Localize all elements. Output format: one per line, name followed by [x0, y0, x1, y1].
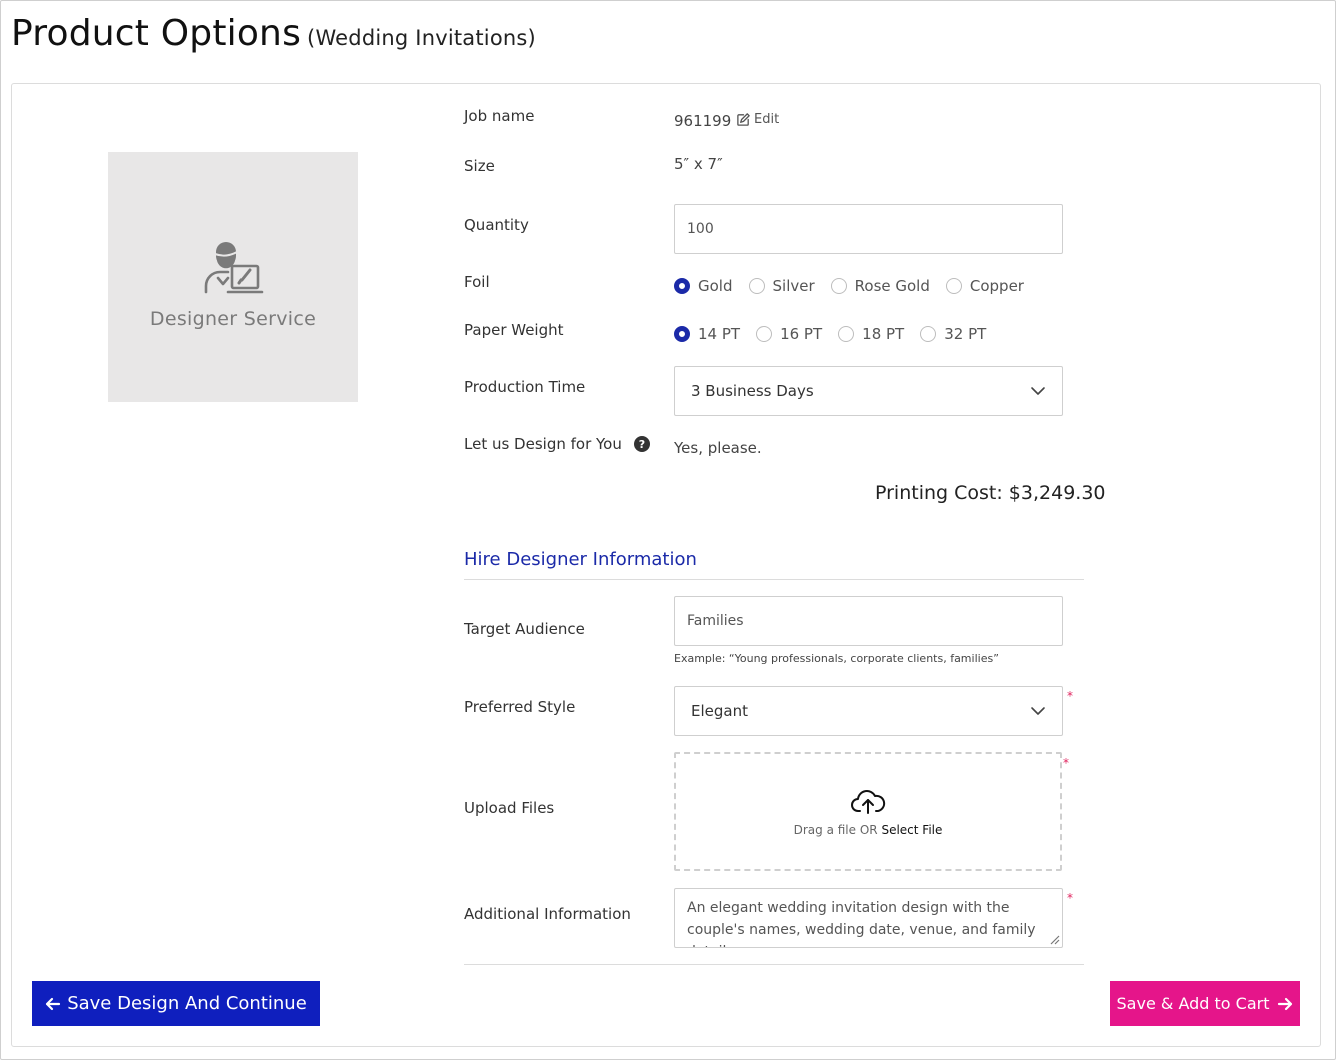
paper-weight-option-label: 16 PT	[780, 325, 823, 343]
edit-job-name-link[interactable]: Edit	[736, 112, 779, 127]
additional-info-textarea[interactable]: An elegant wedding invitation design wit…	[674, 888, 1063, 948]
production-time-label: Production Time	[464, 378, 586, 396]
foil-label: Foil	[464, 273, 490, 291]
foil-option-copper[interactable]: Copper	[945, 277, 1024, 295]
foil-radio-group: Gold Silver Rose Gold Copper	[674, 277, 1040, 295]
required-marker: *	[1063, 756, 1069, 770]
preferred-style-label: Preferred Style	[464, 698, 576, 716]
chevron-down-icon	[1031, 707, 1045, 715]
printing-cost: Printing Cost: $3,249.30	[875, 482, 1106, 504]
radio-unchecked-icon	[945, 278, 962, 294]
target-audience-label: Target Audience	[464, 620, 585, 638]
section-divider	[464, 579, 1084, 580]
foil-option-label: Gold	[698, 277, 733, 295]
paper-weight-option-label: 18 PT	[862, 325, 905, 343]
size-label: Size	[464, 157, 495, 175]
required-marker: *	[1067, 891, 1073, 905]
radio-checked-icon	[674, 326, 690, 342]
job-name-value: 961199	[674, 112, 732, 130]
chevron-down-icon	[1031, 387, 1045, 395]
quantity-value: 100	[687, 221, 714, 237]
radio-unchecked-icon	[756, 326, 773, 342]
design-for-you-label: Let us Design for You	[464, 435, 622, 453]
paper-weight-option-label: 32 PT	[944, 325, 987, 343]
required-marker: *	[1067, 689, 1073, 703]
quantity-input[interactable]: 100	[674, 204, 1063, 254]
section-title-hire-designer: Hire Designer Information	[464, 549, 697, 570]
add-to-cart-button[interactable]: Save & Add to Cart	[1110, 981, 1300, 1026]
form-bottom-divider	[464, 964, 1084, 965]
save-design-continue-button[interactable]: Save Design And Continue	[32, 981, 320, 1026]
size-value: 5″ x 7″	[674, 155, 723, 173]
paper-weight-label: Paper Weight	[464, 321, 564, 339]
drop-hint: Drag a file OR	[793, 822, 878, 837]
cloud-upload-icon	[851, 789, 886, 814]
radio-unchecked-icon	[920, 326, 937, 342]
select-file-link[interactable]: Select File	[881, 823, 942, 837]
production-time-value: 3 Business Days	[691, 382, 814, 400]
radio-unchecked-icon	[830, 278, 847, 294]
job-name-label: Job name	[464, 107, 535, 125]
dropzone-text: Drag a file OR Select File	[794, 823, 943, 837]
target-audience-input[interactable]: Families	[674, 596, 1063, 646]
foil-option-rose-gold[interactable]: Rose Gold	[830, 277, 930, 295]
paper-weight-option-32pt[interactable]: 32 PT	[920, 325, 986, 343]
paper-weight-option-18pt[interactable]: 18 PT	[838, 325, 904, 343]
production-time-select[interactable]: 3 Business Days	[674, 366, 1063, 416]
paper-weight-option-14pt[interactable]: 14 PT	[674, 325, 740, 343]
quantity-label: Quantity	[464, 216, 529, 234]
help-icon[interactable]: ?	[634, 436, 650, 452]
foil-option-label: Copper	[969, 277, 1024, 295]
arrow-left-icon	[46, 997, 61, 1010]
additional-info-label: Additional Information	[464, 905, 631, 923]
designer-service-icon	[204, 242, 264, 294]
foil-option-label: Rose Gold	[854, 277, 930, 295]
target-audience-value: Families	[687, 613, 744, 629]
preferred-style-value: Elegant	[691, 702, 748, 720]
foil-option-gold[interactable]: Gold	[674, 277, 733, 295]
preferred-style-select[interactable]: Elegant	[674, 686, 1063, 736]
radio-checked-icon	[674, 278, 690, 294]
design-for-you-value: Yes, please.	[674, 439, 762, 457]
page-subtitle: (Wedding Invitations)	[307, 26, 536, 50]
edit-icon	[737, 113, 750, 126]
foil-option-label: Silver	[772, 277, 815, 295]
paper-weight-option-label: 14 PT	[698, 325, 741, 343]
additional-info-value: An elegant wedding invitation design wit…	[687, 900, 1036, 947]
paper-weight-option-16pt[interactable]: 16 PT	[756, 325, 822, 343]
paper-weight-radio-group: 14 PT 16 PT 18 PT 32 PT	[674, 325, 1002, 343]
resize-handle-icon[interactable]	[1048, 933, 1060, 945]
page-title-text: Product Options	[11, 13, 302, 54]
preview-label: Designer Service	[149, 308, 317, 330]
page-title: Product Options (Wedding Invitations)	[11, 13, 536, 54]
save-design-continue-label: Save Design And Continue	[67, 993, 307, 1014]
target-audience-hint: Example: “Young professionals, corporate…	[674, 652, 999, 665]
edit-label: Edit	[754, 112, 780, 127]
product-preview: Designer Service	[108, 152, 358, 402]
arrow-right-icon	[1278, 997, 1293, 1010]
upload-files-label: Upload Files	[464, 799, 555, 817]
file-dropzone[interactable]: Drag a file OR Select File	[674, 752, 1062, 871]
radio-unchecked-icon	[838, 326, 855, 342]
add-to-cart-label: Save & Add to Cart	[1116, 994, 1270, 1013]
radio-unchecked-icon	[748, 278, 765, 294]
page-frame: Product Options (Wedding Invitations) Des…	[0, 0, 1336, 1060]
foil-option-silver[interactable]: Silver	[748, 277, 815, 295]
